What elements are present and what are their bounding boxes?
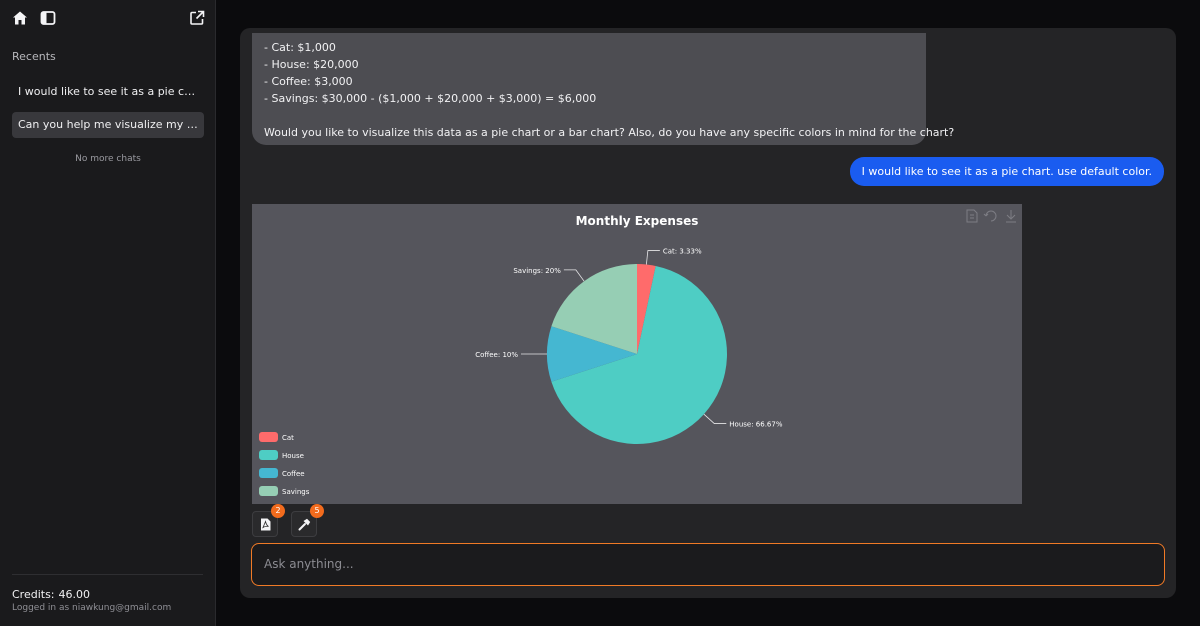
attached-files-button[interactable]: 2: [252, 504, 285, 537]
assistant-message-line: - Cat: $1,000: [264, 41, 336, 54]
data-view-icon[interactable]: [966, 209, 978, 223]
pie-chart: Monthly Expenses Cat: 3.33% House: 66.67%…: [259, 209, 1016, 496]
assistant-message-line: Would you like to visualize this data as…: [264, 126, 955, 139]
pie-slices: [547, 264, 727, 444]
no-more-chats-label: No more chats: [75, 154, 141, 164]
legend-item-house[interactable]: House: [259, 450, 304, 460]
pie-slice-label: House: 66.67%: [729, 421, 783, 429]
pie-slice-label: Savings: 20%: [513, 267, 561, 275]
pie-leader-line: [703, 413, 727, 424]
credits-display: Credits: 46.00: [12, 588, 90, 601]
tools-count-badge: 5: [310, 504, 324, 518]
pdf-file-icon: [261, 518, 271, 531]
pie-leader-line: [646, 250, 660, 265]
recent-chat-item-active[interactable]: Can you help me visualize my ex...: [12, 112, 204, 138]
logged-in-label: Logged in as niawkung@gmail.com: [12, 603, 172, 613]
chat-input[interactable]: [264, 544, 1144, 584]
legend-swatch: [259, 486, 278, 496]
legend-item-savings[interactable]: Savings: [259, 486, 310, 496]
recent-chat-item[interactable]: I would like to see it as a pie cha...: [12, 79, 204, 105]
legend-swatch: [259, 432, 278, 442]
download-icon[interactable]: [1006, 210, 1016, 223]
chart-legend: Cat House Coffee Savings: [259, 432, 310, 496]
hammer-icon: [298, 518, 311, 531]
legend-item-coffee[interactable]: Coffee: [259, 468, 305, 478]
restore-icon[interactable]: [983, 210, 997, 222]
credits-label: Credits:: [12, 588, 55, 601]
chat-panel: - Cat: $1,000 - House: $20,000 - Coffee:…: [240, 28, 1176, 598]
pie-leader-line: [563, 269, 585, 282]
files-count-badge: 2: [271, 504, 285, 518]
sidebar-divider: [12, 574, 203, 575]
pie-slice-label: Coffee: 10%: [475, 351, 518, 359]
sidebar-toolbar: [12, 10, 205, 28]
legend-swatch: [259, 468, 278, 478]
legend-label: Savings: [282, 488, 310, 496]
assistant-message-line: - Coffee: $3,000: [264, 75, 353, 88]
legend-label: Coffee: [282, 470, 305, 478]
user-message: I would like to see it as a pie chart. u…: [849, 157, 1164, 186]
chart-toolbox: [966, 209, 1016, 223]
legend-label: Cat: [282, 434, 294, 442]
pie-chart-container: Monthly Expenses Cat: 3.33% House: 66.67%…: [252, 204, 1022, 504]
recents-heading: Recents: [12, 50, 56, 63]
chat-input-container: [251, 543, 1165, 586]
assistant-message-line: - Savings: $30,000 - ($1,000 + $20,000 +…: [264, 92, 597, 105]
sidebar: Recents I would like to see it as a pie …: [0, 0, 216, 626]
tools-button[interactable]: 5: [291, 504, 324, 537]
credits-value: 46.00: [58, 588, 91, 601]
home-icon[interactable]: [12, 10, 28, 26]
legend-item-cat[interactable]: Cat: [259, 432, 294, 442]
chart-title: Monthly Expenses: [576, 214, 699, 228]
sidebar-toggle-icon[interactable]: [40, 10, 56, 26]
assistant-message: - Cat: $1,000 - House: $20,000 - Coffee:…: [252, 33, 955, 145]
pie-slice-label: Cat: 3.33%: [663, 248, 702, 256]
assistant-message-line: [264, 107, 914, 124]
assistant-message-line: - House: $20,000: [264, 58, 359, 71]
legend-swatch: [259, 450, 278, 460]
legend-label: House: [282, 452, 304, 460]
new-chat-icon[interactable]: [189, 10, 205, 26]
